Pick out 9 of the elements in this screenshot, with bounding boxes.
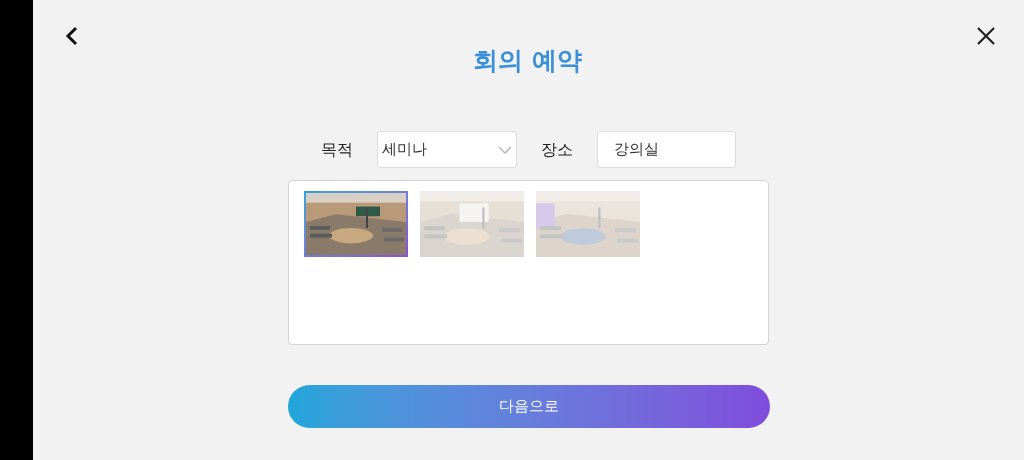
place-label: 장소 (541, 138, 573, 161)
close-icon[interactable] (976, 26, 996, 46)
back-icon[interactable] (65, 26, 79, 46)
chevron-icon (498, 145, 512, 154)
page-title: 회의 예약 (473, 45, 582, 77)
purpose-dropdown[interactable]: 세미나 (377, 131, 517, 168)
next-button[interactable]: 다음으로 (287, 385, 770, 428)
place-field[interactable]: 강의실 (597, 131, 736, 168)
purpose-label: 목적 (321, 138, 353, 161)
